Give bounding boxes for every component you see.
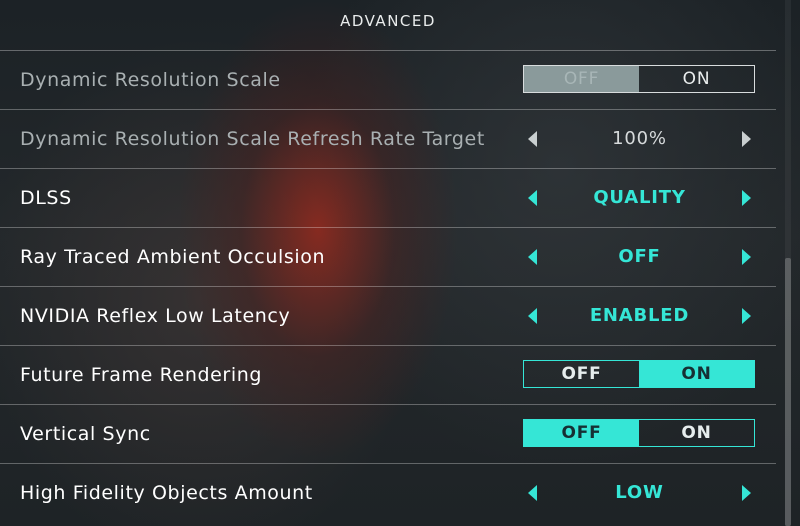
- dynamic-resolution-scale-toggle[interactable]: OFF ON: [523, 65, 755, 93]
- caret-left-icon[interactable]: [528, 131, 537, 147]
- caret-right-icon[interactable]: [742, 249, 751, 265]
- setting-label: Vertical Sync: [20, 423, 151, 445]
- setting-label: NVIDIA Reflex Low Latency: [20, 305, 291, 327]
- ray-traced-ao-stepper: OFF: [522, 228, 757, 286]
- setting-row-vertical-sync: Vertical Sync OFF ON: [0, 405, 776, 464]
- stepper-value: LOW: [615, 482, 664, 503]
- toggle-off-option[interactable]: OFF: [524, 420, 639, 446]
- future-frame-rendering-toggle[interactable]: OFF ON: [523, 360, 755, 388]
- setting-label: Dynamic Resolution Scale Refresh Rate Ta…: [20, 128, 485, 150]
- toggle-on-option[interactable]: ON: [639, 420, 754, 446]
- setting-row-high-fidelity-objects: High Fidelity Objects Amount LOW: [0, 464, 776, 522]
- setting-label: DLSS: [20, 187, 72, 209]
- toggle-on-option[interactable]: ON: [639, 66, 754, 92]
- setting-row-dlss: DLSS QUALITY: [0, 169, 776, 228]
- setting-row-refresh-rate-target: Dynamic Resolution Scale Refresh Rate Ta…: [0, 110, 776, 169]
- stepper-value: ENABLED: [589, 305, 690, 326]
- setting-row-nvidia-reflex: NVIDIA Reflex Low Latency ENABLED: [0, 287, 776, 346]
- caret-right-icon[interactable]: [742, 308, 751, 324]
- setting-label: Future Frame Rendering: [20, 364, 263, 386]
- caret-right-icon[interactable]: [742, 131, 751, 147]
- stepper-value: OFF: [618, 246, 661, 267]
- setting-label: High Fidelity Objects Amount: [20, 482, 313, 504]
- caret-right-icon[interactable]: [742, 190, 751, 206]
- vertical-sync-toggle[interactable]: OFF ON: [523, 419, 755, 447]
- nvidia-reflex-stepper: ENABLED: [522, 287, 757, 345]
- caret-right-icon[interactable]: [742, 485, 751, 501]
- toggle-off-option[interactable]: OFF: [524, 66, 639, 92]
- toggle-off-option[interactable]: OFF: [524, 361, 639, 387]
- stepper-value: QUALITY: [593, 187, 686, 208]
- section-title: ADVANCED: [340, 12, 436, 30]
- toggle-on-option[interactable]: ON: [639, 361, 754, 387]
- setting-row-dynamic-resolution-scale: Dynamic Resolution Scale OFF ON: [0, 51, 776, 110]
- dlss-stepper: QUALITY: [522, 169, 757, 227]
- caret-left-icon[interactable]: [528, 308, 537, 324]
- setting-label: Ray Traced Ambient Occulsion: [20, 246, 326, 268]
- stepper-value: 100%: [612, 128, 667, 149]
- caret-left-icon[interactable]: [528, 249, 537, 265]
- high-fidelity-objects-stepper: LOW: [522, 464, 757, 522]
- settings-panel: ADVANCED Dynamic Resolution Scale OFF ON…: [0, 0, 776, 526]
- refresh-rate-target-stepper: 100%: [522, 110, 757, 168]
- setting-row-ray-traced-ambient-occlusion: Ray Traced Ambient Occulsion OFF: [0, 228, 776, 287]
- scrollbar-thumb[interactable]: [785, 258, 791, 526]
- setting-row-future-frame-rendering: Future Frame Rendering OFF ON: [0, 346, 776, 405]
- caret-left-icon[interactable]: [528, 485, 537, 501]
- setting-label: Dynamic Resolution Scale: [20, 69, 281, 91]
- caret-left-icon[interactable]: [528, 190, 537, 206]
